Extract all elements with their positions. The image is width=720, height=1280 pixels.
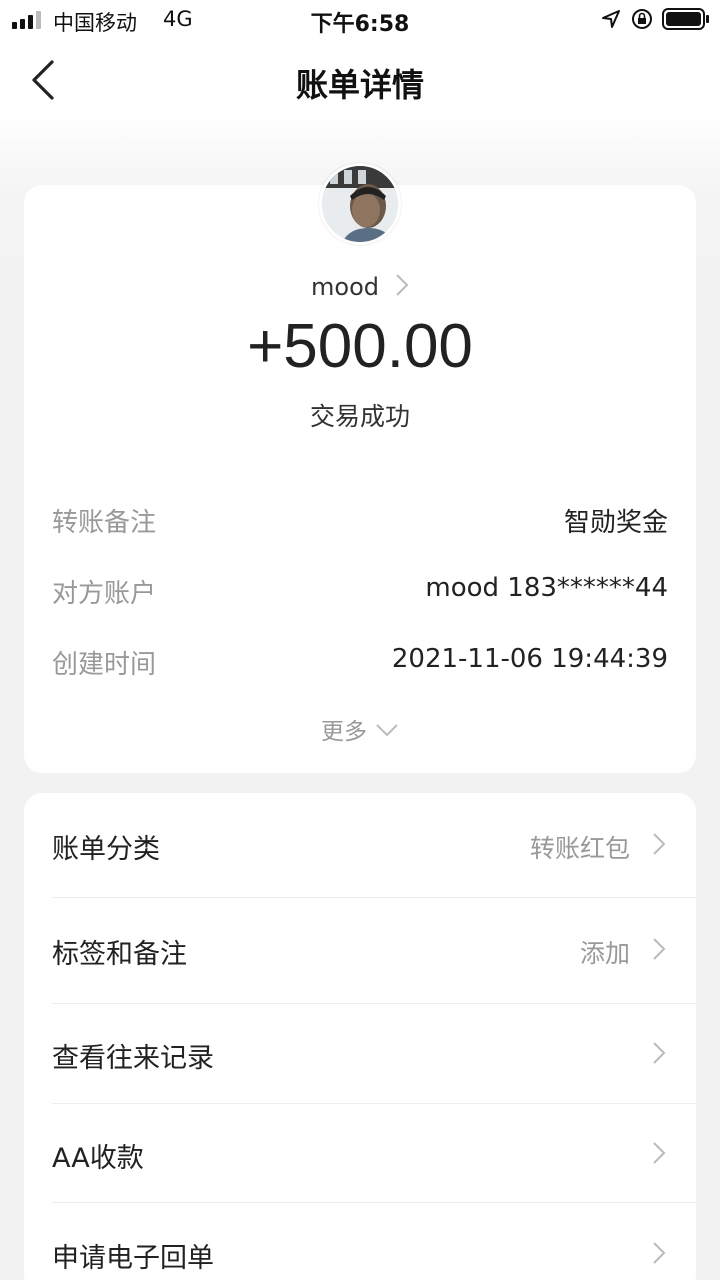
menu-item-electronic-receipt[interactable]: 申请电子回单 <box>52 1204 696 1280</box>
menu-item-value: 转账红包 <box>529 834 630 863</box>
orientation-lock-icon <box>632 9 652 29</box>
menu-item-label: AA收款 <box>52 1143 144 1174</box>
counterparty-name: mood <box>311 273 379 301</box>
divider <box>52 897 696 898</box>
info-row-account: 对方账户 mood 183******44 <box>52 573 668 613</box>
chevron-right-icon <box>653 833 666 855</box>
chevron-down-icon <box>376 724 398 737</box>
menu-item-label: 标签和备注 <box>52 939 187 970</box>
menu-item-label: 申请电子回单 <box>52 1243 214 1274</box>
menu-item-label: 查看往来记录 <box>52 1043 214 1074</box>
info-row-created-time: 创建时间 2021-11-06 19:44:39 <box>52 644 668 684</box>
menu-item-tags-notes[interactable]: 标签和备注 添加 <box>52 900 696 1000</box>
more-label: 更多 <box>321 719 367 745</box>
menu-item-bill-category[interactable]: 账单分类 转账红包 <box>52 795 696 895</box>
info-row-remark: 转账备注 智勋奖金 <box>52 502 668 542</box>
battery-icon <box>662 8 709 30</box>
menu-item-transaction-history[interactable]: 查看往来记录 <box>52 1004 696 1104</box>
divider <box>52 1202 696 1203</box>
counterparty-name-link[interactable]: mood <box>0 273 720 301</box>
avatar[interactable] <box>319 163 401 245</box>
menu-item-aa-collect[interactable]: AA收款 <box>52 1104 696 1204</box>
info-value: 2021-11-06 19:44:39 <box>391 644 668 674</box>
chevron-right-icon <box>653 938 666 960</box>
chevron-right-icon <box>653 1142 666 1164</box>
page-title: 账单详情 <box>295 66 424 104</box>
info-value: 智勋奖金 <box>563 508 668 538</box>
info-label: 转账备注 <box>52 508 157 538</box>
more-details-toggle[interactable]: 更多 <box>0 712 720 746</box>
transaction-status: 交易成功 <box>309 402 410 431</box>
transaction-amount: +500.00 <box>247 312 473 381</box>
chevron-right-icon <box>653 1042 666 1064</box>
info-label: 对方账户 <box>52 579 157 609</box>
chevron-right-icon <box>653 1242 666 1264</box>
status-bar: 中国移动 4G 下午6:58 <box>0 0 720 40</box>
location-arrow-icon <box>602 10 620 28</box>
menu-item-label: 账单分类 <box>52 834 160 865</box>
info-value: mood 183******44 <box>425 573 668 603</box>
menu-item-value: 添加 <box>579 939 630 968</box>
info-label: 创建时间 <box>52 650 157 680</box>
chevron-right-icon <box>396 274 409 296</box>
